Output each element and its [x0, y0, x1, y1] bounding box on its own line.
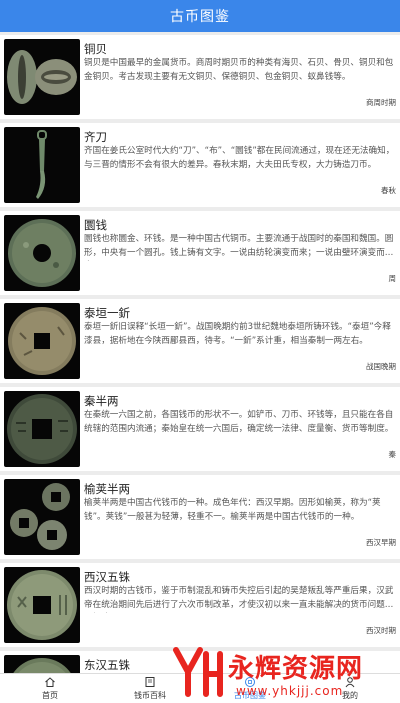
tab-label: 我的 — [342, 691, 358, 700]
coin-name: 秦半两 — [84, 394, 119, 408]
tab-label: 钱币百科 — [134, 691, 166, 700]
coin-name: 齐刀 — [84, 130, 107, 144]
coin-thumbnail — [4, 303, 80, 379]
coin-catalog-icon — [245, 677, 255, 687]
coin-period: 战国晚期 — [366, 362, 396, 371]
coin-period: 秦 — [388, 450, 397, 459]
page-title: 古币图鉴 — [170, 9, 230, 25]
list-item[interactable]: 铜贝 铜贝是中国最早的金属货币。商周时期贝币的种类有海贝、石贝、骨贝、铜贝和包金… — [0, 35, 400, 119]
coin-description: 榆荚半两是中国古代钱币的一种。成色年代：西汉早期。因形如榆荚，称为“荚钱”。荚钱… — [84, 498, 381, 522]
coin-thumbnail — [4, 655, 80, 673]
coin-name: 泰垣一釿 — [84, 306, 130, 320]
coin-period: 商周时期 — [366, 98, 396, 107]
coin-thumbnail — [4, 39, 80, 115]
coin-name: 东汉五铢 — [84, 658, 130, 672]
coin-name: 铜贝 — [84, 42, 107, 56]
coin-thumbnail — [4, 479, 80, 555]
list-item[interactable]: 榆荚半两 榆荚半两是中国古代钱币的一种。成色年代：西汉早期。因形如榆荚，称为“荚… — [0, 475, 400, 559]
coin-period: 西汉时期 — [366, 626, 396, 635]
coin-list[interactable]: 铜贝 铜贝是中国最早的金属货币。商周时期贝币的种类有海贝、石贝、骨贝、铜贝和包金… — [0, 32, 400, 673]
coin-thumbnail — [4, 127, 80, 203]
round-square-hole-coin-image — [8, 307, 76, 375]
coin-thumbnail — [4, 391, 80, 467]
list-item[interactable]: 齐刀 齐国在姜氏公室时代大约“刀”、“布”、“圜钱”都在民间流通过，现在还无法确… — [0, 123, 400, 207]
eastern-han-coin-image — [13, 658, 71, 673]
round-hole-coin-image — [8, 219, 76, 287]
bottom-tab-bar: 首页 钱币百科 古币图鉴 我的 — [0, 673, 400, 703]
user-icon — [345, 677, 355, 688]
home-icon — [45, 677, 55, 687]
coin-description: 铜贝是中国最早的金属货币。商周时期贝币的种类有海贝、石贝、骨贝、铜贝和包金铜贝。… — [84, 58, 394, 82]
coin-name: 西汉五铢 — [84, 570, 130, 584]
coin-description: 圜钱也称圜金、环钱。是一种中国古代铜币。主要流通于战国时的秦国和魏国。圆形，中央… — [84, 234, 394, 258]
coin-description: 在秦统一六国之前，各国钱币的形状不一。如铲币、刀币、环钱等，且只能在各自统辖的范… — [84, 410, 394, 434]
tab-coin-encyclopedia[interactable]: 钱币百科 — [100, 674, 200, 703]
list-item[interactable]: 圜钱 圜钱也称圜金、环钱。是一种中国古代铜币。主要流通于战国时的秦国和魏国。圆形… — [0, 211, 400, 295]
list-item[interactable]: 东汉五铢 — [0, 651, 400, 673]
list-item[interactable]: 秦半两 在秦统一六国之前，各国钱币的形状不一。如铲币、刀币、环钱等，且只能在各自… — [0, 387, 400, 471]
tab-label: 古币图鉴 — [234, 691, 266, 700]
coin-thumbnail — [4, 567, 80, 643]
coin-period: 西汉早期 — [366, 538, 396, 547]
app-header: 古币图鉴 — [0, 0, 400, 32]
shell-coins-image — [7, 50, 77, 104]
book-icon — [145, 677, 155, 687]
list-item[interactable]: 西汉五铢 西汉时期的古钱币，鉴于币制混乱和铸币失控后引起的吴楚叛乱等严重后果，汉… — [0, 563, 400, 647]
list-item[interactable]: 泰垣一釿 泰垣一釿旧误释“长垣一釿”。战国晚期约前3世纪魏地泰垣所铸环钱。“泰垣… — [0, 299, 400, 383]
tab-label: 首页 — [42, 691, 58, 700]
yujia-coins-image — [10, 483, 70, 550]
tab-home[interactable]: 首页 — [0, 674, 100, 703]
coin-period: 周 — [388, 274, 397, 283]
coin-description: 西汉时期的古钱币，鉴于币制混乱和铸币失控后引起的吴楚叛乱等严重后果，汉武帝在统治… — [84, 586, 394, 610]
wuzhu-coin-image — [7, 570, 77, 640]
coin-thumbnail — [4, 215, 80, 291]
coin-description: 泰垣一釿旧误释“长垣一釿”。战国晚期约前3世纪魏地泰垣所铸环钱。“泰垣”今释漆县… — [84, 322, 391, 346]
tab-coin-catalog[interactable]: 古币图鉴 — [200, 674, 300, 703]
tab-mine[interactable]: 我的 — [300, 674, 400, 703]
banliang-coin-image — [7, 394, 77, 464]
coin-name: 圜钱 — [84, 218, 107, 232]
coin-name: 榆荚半两 — [84, 482, 130, 496]
coin-period: 春秋 — [381, 186, 396, 195]
knife-coin-image — [36, 130, 47, 199]
coin-description: 齐国在姜氏公室时代大约“刀”、“布”、“圜钱”都在民间流通过，现在还无法确知，与… — [84, 146, 395, 170]
